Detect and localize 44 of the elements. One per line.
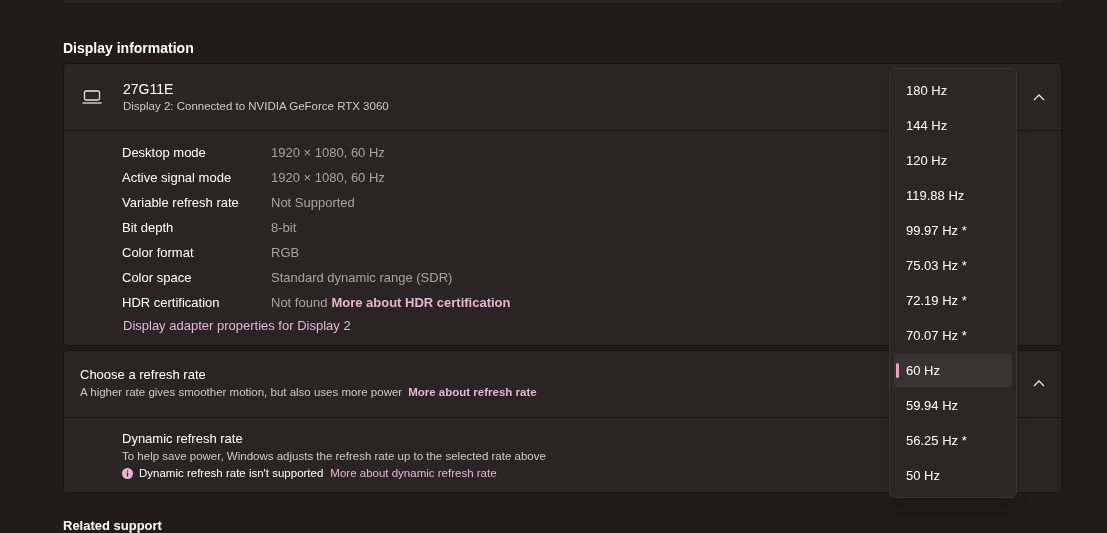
refresh-link[interactable]: More about refresh rate [408, 383, 537, 402]
dynamic-refresh-link[interactable]: More about dynamic refresh rate [330, 464, 497, 482]
property-value: RGB [271, 243, 300, 262]
chevron-up-icon[interactable] [1033, 93, 1045, 101]
refresh-description: A higher rate gives smoother motion, but also uses more power [80, 384, 403, 400]
property-value: Standard dynamic range (SDR) [271, 268, 453, 287]
property-label: Desktop mode [122, 143, 207, 162]
property-value: Not found [271, 293, 328, 312]
refresh-rate-option[interactable]: 99.97 Hz * [894, 214, 1012, 247]
property-label: Active signal mode [122, 168, 233, 187]
refresh-rate-option[interactable]: 50 Hz [894, 459, 1012, 492]
dynamic-refresh-description: To help save power, Windows adjusts the refresh rate up to the selected rate above [122, 448, 547, 464]
adapter-properties-link[interactable]: Display adapter properties for Display 2 [122, 316, 351, 336]
section-heading: Related support [63, 517, 163, 533]
refresh-rate-option[interactable]: 180 Hz [894, 74, 1012, 107]
refresh-rate-option[interactable]: 72.19 Hz * [894, 284, 1012, 317]
section-heading: Display information [63, 39, 195, 58]
refresh-rate-option[interactable]: 60 Hz [894, 354, 1012, 387]
refresh-rate-option[interactable]: 144 Hz [894, 109, 1012, 142]
property-value: 1920 × 1080, 60 Hz [271, 168, 385, 187]
refresh-rate-option[interactable]: 75.03 Hz * [894, 249, 1012, 282]
laptop-icon [82, 90, 102, 104]
info-icon [122, 467, 133, 479]
refresh-rate-option[interactable]: 120 Hz [894, 144, 1012, 177]
property-value: 1920 × 1080, 60 Hz [271, 143, 385, 162]
property-label: Variable refresh rate [122, 193, 240, 212]
hdr-link[interactable]: More about HDR certification [331, 292, 511, 313]
display-subtitle: Display 2: Connected to NVIDIA GeForce RTX 3060 [123, 99, 390, 114]
refresh-rate-option[interactable]: 119.88 Hz [894, 179, 1012, 212]
refresh-rate-option[interactable]: 59.94 Hz [894, 389, 1012, 422]
property-label: Color format [122, 243, 195, 262]
dynamic-refresh-title: Dynamic refresh rate [122, 429, 243, 447]
refresh-rate-option[interactable]: 56.25 Hz * [894, 424, 1012, 457]
property-label: Bit depth [122, 218, 175, 237]
property-label: Color space [122, 268, 193, 287]
selection-indicator [896, 363, 899, 378]
warning-text: Dynamic refresh rate isn't supported [139, 465, 324, 481]
property-value: 8-bit [271, 218, 297, 237]
refresh-title: Choose a refresh rate [80, 365, 206, 384]
chevron-up-icon[interactable] [1033, 380, 1045, 387]
refresh-rate-option[interactable]: 70.07 Hz * [894, 319, 1012, 352]
display-name: 27G11E [123, 80, 174, 98]
property-value: Not Supported [271, 193, 355, 212]
property-label: HDR certification [122, 293, 221, 312]
